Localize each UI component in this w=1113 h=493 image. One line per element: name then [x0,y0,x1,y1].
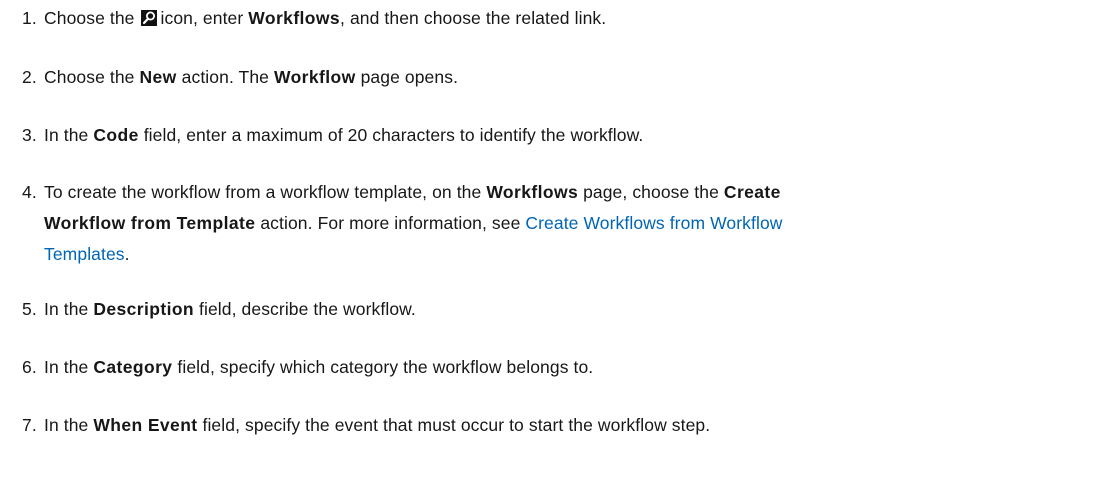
text-fragment: field, enter a maximum of 20 characters … [143,125,644,145]
text-fragment: page opens. [360,67,459,87]
step-number: 1. [22,8,37,28]
text-fragment: In the [44,125,89,145]
create-workflows-link[interactable]: Create Workflows from Workflow [525,213,782,233]
step-text: Choose the icon, enter Workflows, and th… [44,8,606,28]
ui-term: Category [93,357,173,377]
ui-term: Description [93,299,195,319]
step-number: 7. [22,415,37,435]
ui-term: Workflows [486,182,579,202]
ui-term: Workflows [248,8,341,28]
step-text-continued: Templates. [22,239,1102,270]
text-fragment: page, choose the [583,182,719,202]
text-fragment: field, describe the workflow. [199,299,416,319]
step-4: 4. To create the workflow from a workflow… [22,177,1102,270]
step-number: 5. [22,299,37,319]
ui-term: New [139,67,177,87]
text-fragment: In the [44,415,89,435]
step-6: 6. In the Category field, specify which c… [22,352,1102,383]
step-number: 2. [22,67,37,87]
step-2: 2. Choose the New action. The Workflow pa… [22,62,1102,93]
text-fragment: In the [44,357,89,377]
step-number: 4. [22,182,37,202]
text-fragment: Choose the [44,8,135,28]
text-fragment: icon, enter [160,8,244,28]
text-fragment: Choose the [44,67,135,87]
ui-term: Code [93,125,139,145]
step-text-continued: Workflow from Template action. For more … [22,208,1102,239]
text-fragment: , and then choose the related link. [340,8,607,28]
create-workflows-link-continued[interactable]: Templates [44,244,125,264]
step-number: 3. [22,125,37,145]
text-fragment: In the [44,299,89,319]
ui-term: When Event [93,415,198,435]
step-1: 1. Choose the icon, enter Workflows, and … [22,3,1102,34]
step-7: 7. In the When Event field, specify the e… [22,410,1102,441]
text-fragment: action. For more information, see [260,213,521,233]
ui-term: Workflow from Template [44,213,256,233]
text-fragment: . [124,244,130,264]
text-fragment: action. The [181,67,270,87]
ui-term: Create [723,182,781,202]
step-text: In the Code field, enter a maximum of 20… [44,125,643,145]
step-5: 5. In the Description field, describe the… [22,294,1102,325]
search-icon [141,10,158,26]
step-number: 6. [22,357,37,377]
step-text: To create the workflow from a workflow t… [44,182,781,202]
text-fragment: To create the workflow from a workflow t… [44,182,482,202]
step-text: In the Description field, describe the w… [44,299,416,319]
text-fragment: field, specify which category the workfl… [177,357,594,377]
step-text: In the Category field, specify which cat… [44,357,593,377]
step-text: In the When Event field, specify the eve… [44,415,710,435]
step-text: Choose the New action. The Workflow page… [44,67,458,87]
ui-term: Workflow [273,67,356,87]
text-fragment: field, specify the event that must occur… [202,415,711,435]
step-3: 3. In the Code field, enter a maximum of … [22,120,1102,151]
